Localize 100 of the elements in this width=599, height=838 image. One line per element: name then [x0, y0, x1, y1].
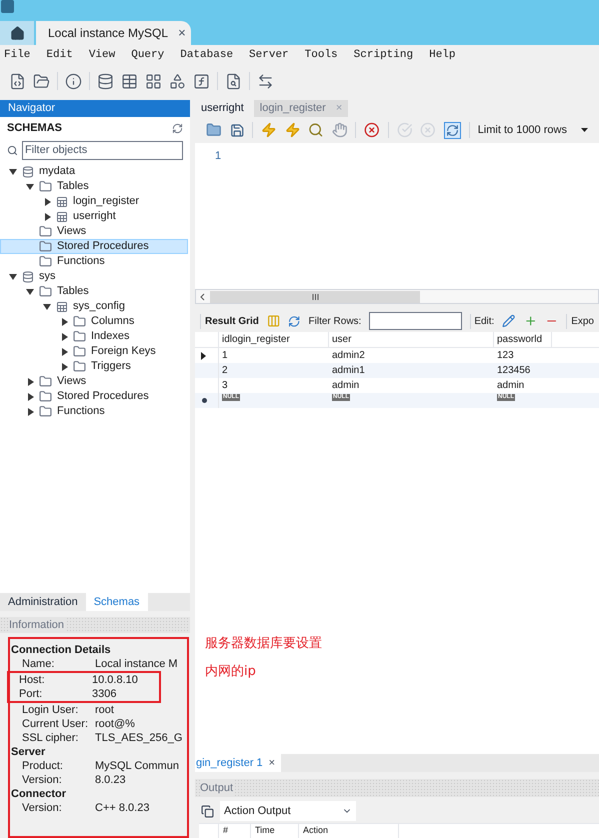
- result-grid-label[interactable]: Result Grid: [200, 314, 259, 328]
- menu-item[interactable]: Tools: [304, 47, 338, 64]
- collapsed-arrow-icon[interactable]: [62, 318, 68, 326]
- folder-icon: [39, 180, 52, 193]
- column-header[interactable]: Action: [299, 824, 399, 838]
- export-label[interactable]: Expo: [566, 314, 594, 328]
- tree-item[interactable]: Functions: [0, 404, 188, 419]
- reconnect-icon[interactable]: [257, 72, 274, 90]
- tree-item[interactable]: Views: [0, 374, 188, 389]
- collapsed-arrow-icon[interactable]: [28, 378, 34, 386]
- menu-item[interactable]: Database: [180, 47, 234, 64]
- expanded-arrow-icon[interactable]: [9, 274, 17, 280]
- result-tab[interactable]: gin_register 1 ×: [195, 754, 282, 772]
- explain-icon[interactable]: [308, 122, 324, 138]
- tree-item[interactable]: Triggers: [0, 359, 188, 374]
- info-value: 3306: [92, 686, 116, 702]
- editor-tab[interactable]: userright: [195, 100, 250, 117]
- column-header[interactable]: user: [329, 332, 494, 347]
- folder-icon: [73, 330, 86, 343]
- column-header[interactable]: idlogin_register: [219, 332, 329, 347]
- function-add-icon[interactable]: [193, 72, 210, 90]
- add-row-icon[interactable]: [524, 314, 537, 328]
- panel-tab[interactable]: Administration: [0, 593, 86, 611]
- menu-item[interactable]: Edit: [46, 47, 73, 64]
- search-icon[interactable]: [225, 72, 242, 90]
- refresh-icon[interactable]: [172, 122, 183, 134]
- copy-icon[interactable]: [201, 804, 214, 818]
- collapsed-arrow-icon[interactable]: [28, 408, 34, 416]
- collapsed-arrow-icon[interactable]: [45, 198, 51, 206]
- tree-item[interactable]: mydata: [0, 164, 188, 179]
- grid-toggle-icon[interactable]: [266, 314, 280, 328]
- collapsed-arrow-icon[interactable]: [62, 332, 68, 340]
- home-tab[interactable]: [0, 21, 34, 45]
- edit-icon[interactable]: [502, 314, 516, 328]
- table-cell-text: 123: [496, 349, 515, 363]
- open-folder-icon[interactable]: [206, 122, 222, 138]
- database-icon: [22, 270, 34, 282]
- menu-item[interactable]: Query: [131, 47, 164, 64]
- filter-field[interactable]: Filter objects: [22, 140, 183, 160]
- horizontal-scrollbar[interactable]: [195, 289, 599, 304]
- information-header: Information: [0, 617, 190, 633]
- info-label: Host:: [19, 672, 46, 688]
- tree-item[interactable]: userright: [0, 209, 188, 224]
- panel-tab[interactable]: Schemas: [86, 593, 148, 611]
- connection-tab[interactable]: Local instance MySQL ×: [36, 21, 191, 45]
- procedure-add-icon[interactable]: [169, 72, 186, 90]
- open-sql-file-icon[interactable]: [33, 72, 50, 90]
- tree-item[interactable]: sys: [0, 269, 188, 284]
- tree-item[interactable]: Stored Procedures: [0, 239, 188, 254]
- editor-tab[interactable]: login_register ×: [254, 100, 348, 117]
- table-add-icon[interactable]: [121, 72, 138, 90]
- info-label: Port:: [19, 686, 44, 702]
- table-cell-text: 1: [221, 349, 229, 363]
- tree-item[interactable]: sys_config: [0, 299, 188, 314]
- info-icon[interactable]: [65, 72, 82, 90]
- column-header[interactable]: passworld: [494, 332, 552, 347]
- database-add-icon[interactable]: [97, 72, 114, 90]
- collapsed-arrow-icon[interactable]: [45, 212, 51, 220]
- collapsed-arrow-icon[interactable]: [62, 348, 68, 356]
- tree-item[interactable]: Foreign Keys: [0, 344, 188, 359]
- expanded-arrow-icon[interactable]: [26, 184, 34, 190]
- expanded-arrow-icon[interactable]: [43, 304, 51, 310]
- tree-item[interactable]: Stored Procedures: [0, 389, 188, 404]
- refresh-icon[interactable]: [288, 314, 301, 328]
- info-label: SSL cipher:: [22, 730, 80, 746]
- filter-rows-field[interactable]: [369, 312, 462, 330]
- error-toggle-icon[interactable]: [364, 122, 380, 138]
- folder-icon: [39, 240, 52, 253]
- collapsed-arrow-icon[interactable]: [28, 392, 34, 400]
- scrollbar-thumb[interactable]: [210, 290, 420, 302]
- limit-dropdown[interactable]: Limit to 1000 rows: [478, 122, 588, 138]
- output-selector[interactable]: Action Output: [220, 801, 356, 821]
- info-label: Version:: [22, 772, 63, 788]
- menu-item[interactable]: Server: [249, 47, 289, 64]
- column-header[interactable]: #: [219, 824, 251, 838]
- expanded-arrow-icon[interactable]: [9, 168, 17, 174]
- menu-item[interactable]: Scripting: [354, 47, 414, 64]
- tree-item[interactable]: Functions: [0, 254, 188, 269]
- menu-item[interactable]: Help: [429, 47, 456, 64]
- menu-item[interactable]: View: [88, 47, 116, 64]
- table-icon: [56, 196, 68, 208]
- close-icon[interactable]: ×: [178, 23, 186, 43]
- tree-item[interactable]: Columns: [0, 314, 188, 329]
- expanded-arrow-icon[interactable]: [26, 288, 34, 294]
- table-cell-text: 3: [221, 379, 229, 393]
- tree-item[interactable]: Views: [0, 224, 188, 239]
- close-icon[interactable]: ×: [268, 754, 276, 772]
- new-sql-file-icon[interactable]: [9, 72, 26, 90]
- autocommit-toggle[interactable]: [444, 122, 461, 138]
- view-add-icon[interactable]: [145, 72, 162, 90]
- tree-item[interactable]: login_register: [0, 194, 188, 209]
- table-cell-text: admin: [496, 379, 526, 393]
- menu-item[interactable]: File: [4, 47, 30, 64]
- tree-item[interactable]: Indexes: [0, 329, 188, 344]
- column-header[interactable]: Time: [251, 824, 299, 838]
- database-icon: [22, 166, 34, 178]
- collapsed-arrow-icon[interactable]: [62, 362, 68, 370]
- save-icon[interactable]: [230, 122, 244, 138]
- tree-item[interactable]: Tables: [0, 284, 188, 299]
- tree-item[interactable]: Tables: [0, 179, 188, 194]
